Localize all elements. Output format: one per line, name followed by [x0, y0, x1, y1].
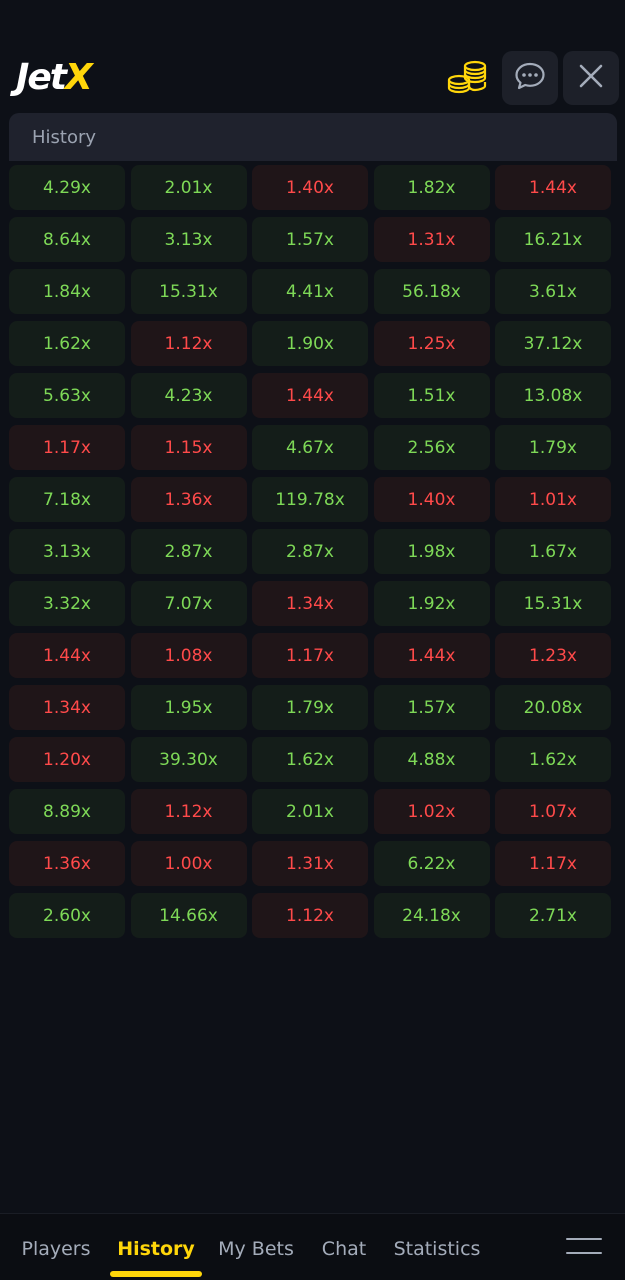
logo-accent: X [65, 57, 93, 98]
history-multiplier-cell[interactable]: 1.44x [373, 633, 490, 678]
top-bar: JetX [0, 46, 625, 110]
history-multiplier-cell[interactable]: 1.17x [252, 633, 368, 678]
history-multiplier-cell[interactable]: 3.13x [9, 529, 125, 574]
logo-text: Jet [16, 57, 67, 98]
history-multiplier-cell[interactable]: 1.36x [9, 841, 125, 886]
history-multiplier-cell[interactable]: 1.40x [373, 477, 490, 522]
history-multiplier-cell[interactable]: 1.62x [495, 737, 611, 782]
history-multiplier-cell[interactable]: 56.18x [373, 269, 490, 314]
history-multiplier-cell[interactable]: 1.12x [130, 321, 247, 366]
history-multiplier-cell[interactable]: 1.12x [130, 789, 247, 834]
history-multiplier-cell[interactable]: 1.01x [495, 477, 611, 522]
history-multiplier-cell[interactable]: 1.92x [373, 581, 490, 626]
history-multiplier-cell[interactable]: 1.34x [252, 581, 368, 626]
history-multiplier-cell[interactable]: 1.25x [373, 321, 490, 366]
history-multiplier-cell[interactable]: 24.18x [373, 893, 490, 938]
history-multiplier-cell[interactable]: 1.44x [495, 165, 611, 210]
history-multiplier-cell[interactable]: 5.63x [9, 373, 125, 418]
history-multiplier-cell[interactable]: 1.17x [495, 841, 611, 886]
history-multiplier-cell[interactable]: 1.07x [495, 789, 611, 834]
history-multiplier-cell[interactable]: 1.82x [373, 165, 490, 210]
history-multiplier-cell[interactable]: 1.02x [373, 789, 490, 834]
status-strip [0, 0, 625, 46]
history-multiplier-cell[interactable]: 1.62x [252, 737, 368, 782]
history-multiplier-cell[interactable]: 119.78x [252, 477, 368, 522]
nav-my-bets[interactable]: My Bets [210, 1214, 302, 1280]
history-multiplier-cell[interactable]: 1.44x [252, 373, 368, 418]
history-multiplier-cell[interactable]: 8.89x [9, 789, 125, 834]
history-multiplier-cell[interactable]: 1.36x [130, 477, 247, 522]
history-multiplier-cell[interactable]: 1.31x [252, 841, 368, 886]
history-multiplier-cell[interactable]: 4.67x [252, 425, 368, 470]
history-multiplier-cell[interactable]: 1.00x [130, 841, 247, 886]
history-multiplier-cell[interactable]: 20.08x [495, 685, 611, 730]
history-multiplier-cell[interactable]: 1.84x [9, 269, 125, 314]
history-multiplier-cell[interactable]: 13.08x [495, 373, 611, 418]
jetx-app: JetX History 4.29x 2.01x 1.40x 1.82x 1.4… [0, 0, 625, 1280]
history-multiplier-cell[interactable]: 2.71x [495, 893, 611, 938]
history-multiplier-cell[interactable]: 1.62x [9, 321, 125, 366]
history-multiplier-cell[interactable]: 1.57x [252, 217, 368, 262]
history-multiplier-cell[interactable]: 1.40x [252, 165, 368, 210]
history-multiplier-cell[interactable]: 1.17x [9, 425, 125, 470]
history-multiplier-cell[interactable]: 2.01x [130, 165, 247, 210]
chat-button[interactable] [502, 51, 558, 105]
history-multiplier-cell[interactable]: 1.95x [130, 685, 247, 730]
nav-statistics[interactable]: Statistics [386, 1214, 488, 1280]
history-multiplier-cell[interactable]: 1.31x [373, 217, 490, 262]
history-multiplier-cell[interactable]: 1.51x [373, 373, 490, 418]
history-multiplier-cell[interactable]: 1.57x [373, 685, 490, 730]
jetx-logo: JetX [16, 57, 93, 98]
history-title: History [32, 126, 97, 148]
history-multiplier-cell[interactable]: 1.23x [495, 633, 611, 678]
close-icon [578, 63, 604, 93]
history-multiplier-cell[interactable]: 4.29x [9, 165, 125, 210]
history-multiplier-cell[interactable]: 3.13x [130, 217, 247, 262]
history-multiplier-cell[interactable]: 2.87x [252, 529, 368, 574]
history-multiplier-cell[interactable]: 1.15x [130, 425, 247, 470]
coins-icon[interactable] [446, 58, 488, 98]
history-multiplier-cell[interactable]: 3.32x [9, 581, 125, 626]
history-multiplier-cell[interactable]: 1.90x [252, 321, 368, 366]
history-multiplier-cell[interactable]: 1.79x [252, 685, 368, 730]
history-multiplier-cell[interactable]: 39.30x [130, 737, 247, 782]
history-multiplier-cell[interactable]: 2.56x [373, 425, 490, 470]
bottom-nav: Players History My Bets Chat Statistics [0, 1213, 625, 1280]
history-multiplier-cell[interactable]: 1.67x [495, 529, 611, 574]
history-multiplier-cell[interactable]: 1.44x [9, 633, 125, 678]
history-multiplier-cell[interactable]: 16.21x [495, 217, 611, 262]
history-multiplier-cell[interactable]: 37.12x [495, 321, 611, 366]
history-multiplier-cell[interactable]: 1.08x [130, 633, 247, 678]
nav-players[interactable]: Players [12, 1214, 100, 1280]
history-multiplier-cell[interactable]: 2.01x [252, 789, 368, 834]
history-multiplier-cell[interactable]: 4.41x [252, 269, 368, 314]
history-header: History [9, 113, 617, 161]
history-multiplier-cell[interactable]: 1.79x [495, 425, 611, 470]
history-multiplier-cell[interactable]: 1.98x [373, 529, 490, 574]
history-multiplier-cell[interactable]: 1.34x [9, 685, 125, 730]
history-multiplier-cell[interactable]: 4.23x [130, 373, 247, 418]
history-multiplier-cell[interactable]: 15.31x [495, 581, 611, 626]
history-multiplier-cell[interactable]: 1.12x [252, 893, 368, 938]
hamburger-menu-icon[interactable] [566, 1236, 602, 1256]
nav-chat[interactable]: Chat [312, 1214, 376, 1280]
history-multiplier-cell[interactable]: 7.07x [130, 581, 247, 626]
history-multiplier-cell[interactable]: 2.60x [9, 893, 125, 938]
history-multiplier-cell[interactable]: 3.61x [495, 269, 611, 314]
close-button[interactable] [563, 51, 619, 105]
history-multiplier-cell[interactable]: 1.20x [9, 737, 125, 782]
history-multiplier-cell[interactable]: 8.64x [9, 217, 125, 262]
history-multiplier-cell[interactable]: 7.18x [9, 477, 125, 522]
history-multiplier-cell[interactable]: 2.87x [130, 529, 247, 574]
active-tab-indicator [110, 1271, 202, 1277]
history-multiplier-cell[interactable]: 6.22x [373, 841, 490, 886]
chat-bubble-icon [514, 61, 546, 95]
history-multiplier-cell[interactable]: 14.66x [130, 893, 247, 938]
history-grid: 4.29x 2.01x 1.40x 1.82x 1.44x 8.64x 3.13x 1.57x… [9, 165, 617, 938]
history-multiplier-cell[interactable]: 15.31x [130, 269, 247, 314]
history-multiplier-cell[interactable]: 4.88x [373, 737, 490, 782]
